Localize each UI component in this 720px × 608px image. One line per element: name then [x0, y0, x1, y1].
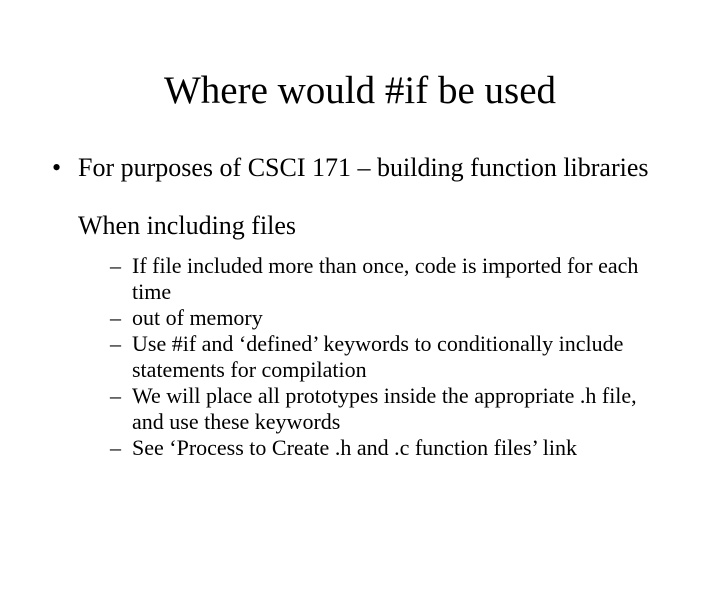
sub-bullet: We will place all prototypes inside the …	[110, 383, 670, 435]
sub-bullet: If file included more than once, code is…	[110, 253, 670, 305]
slide: Where would #if be used For purposes of …	[0, 68, 720, 608]
sub-bullet: See ‘Process to Create .h and .c functio…	[110, 435, 670, 461]
slide-title: Where would #if be used	[0, 68, 720, 113]
bullet-list: For purposes of CSCI 171 – building func…	[50, 153, 670, 184]
slide-subheading: When including files	[78, 210, 670, 241]
bullet-main: For purposes of CSCI 171 – building func…	[50, 153, 670, 184]
slide-body: For purposes of CSCI 171 – building func…	[50, 153, 670, 460]
sub-bullet: Use #if and ‘defined’ keywords to condit…	[110, 331, 670, 383]
sub-bullet-list: If file included more than once, code is…	[110, 253, 670, 461]
sub-bullet: out of memory	[110, 305, 670, 331]
